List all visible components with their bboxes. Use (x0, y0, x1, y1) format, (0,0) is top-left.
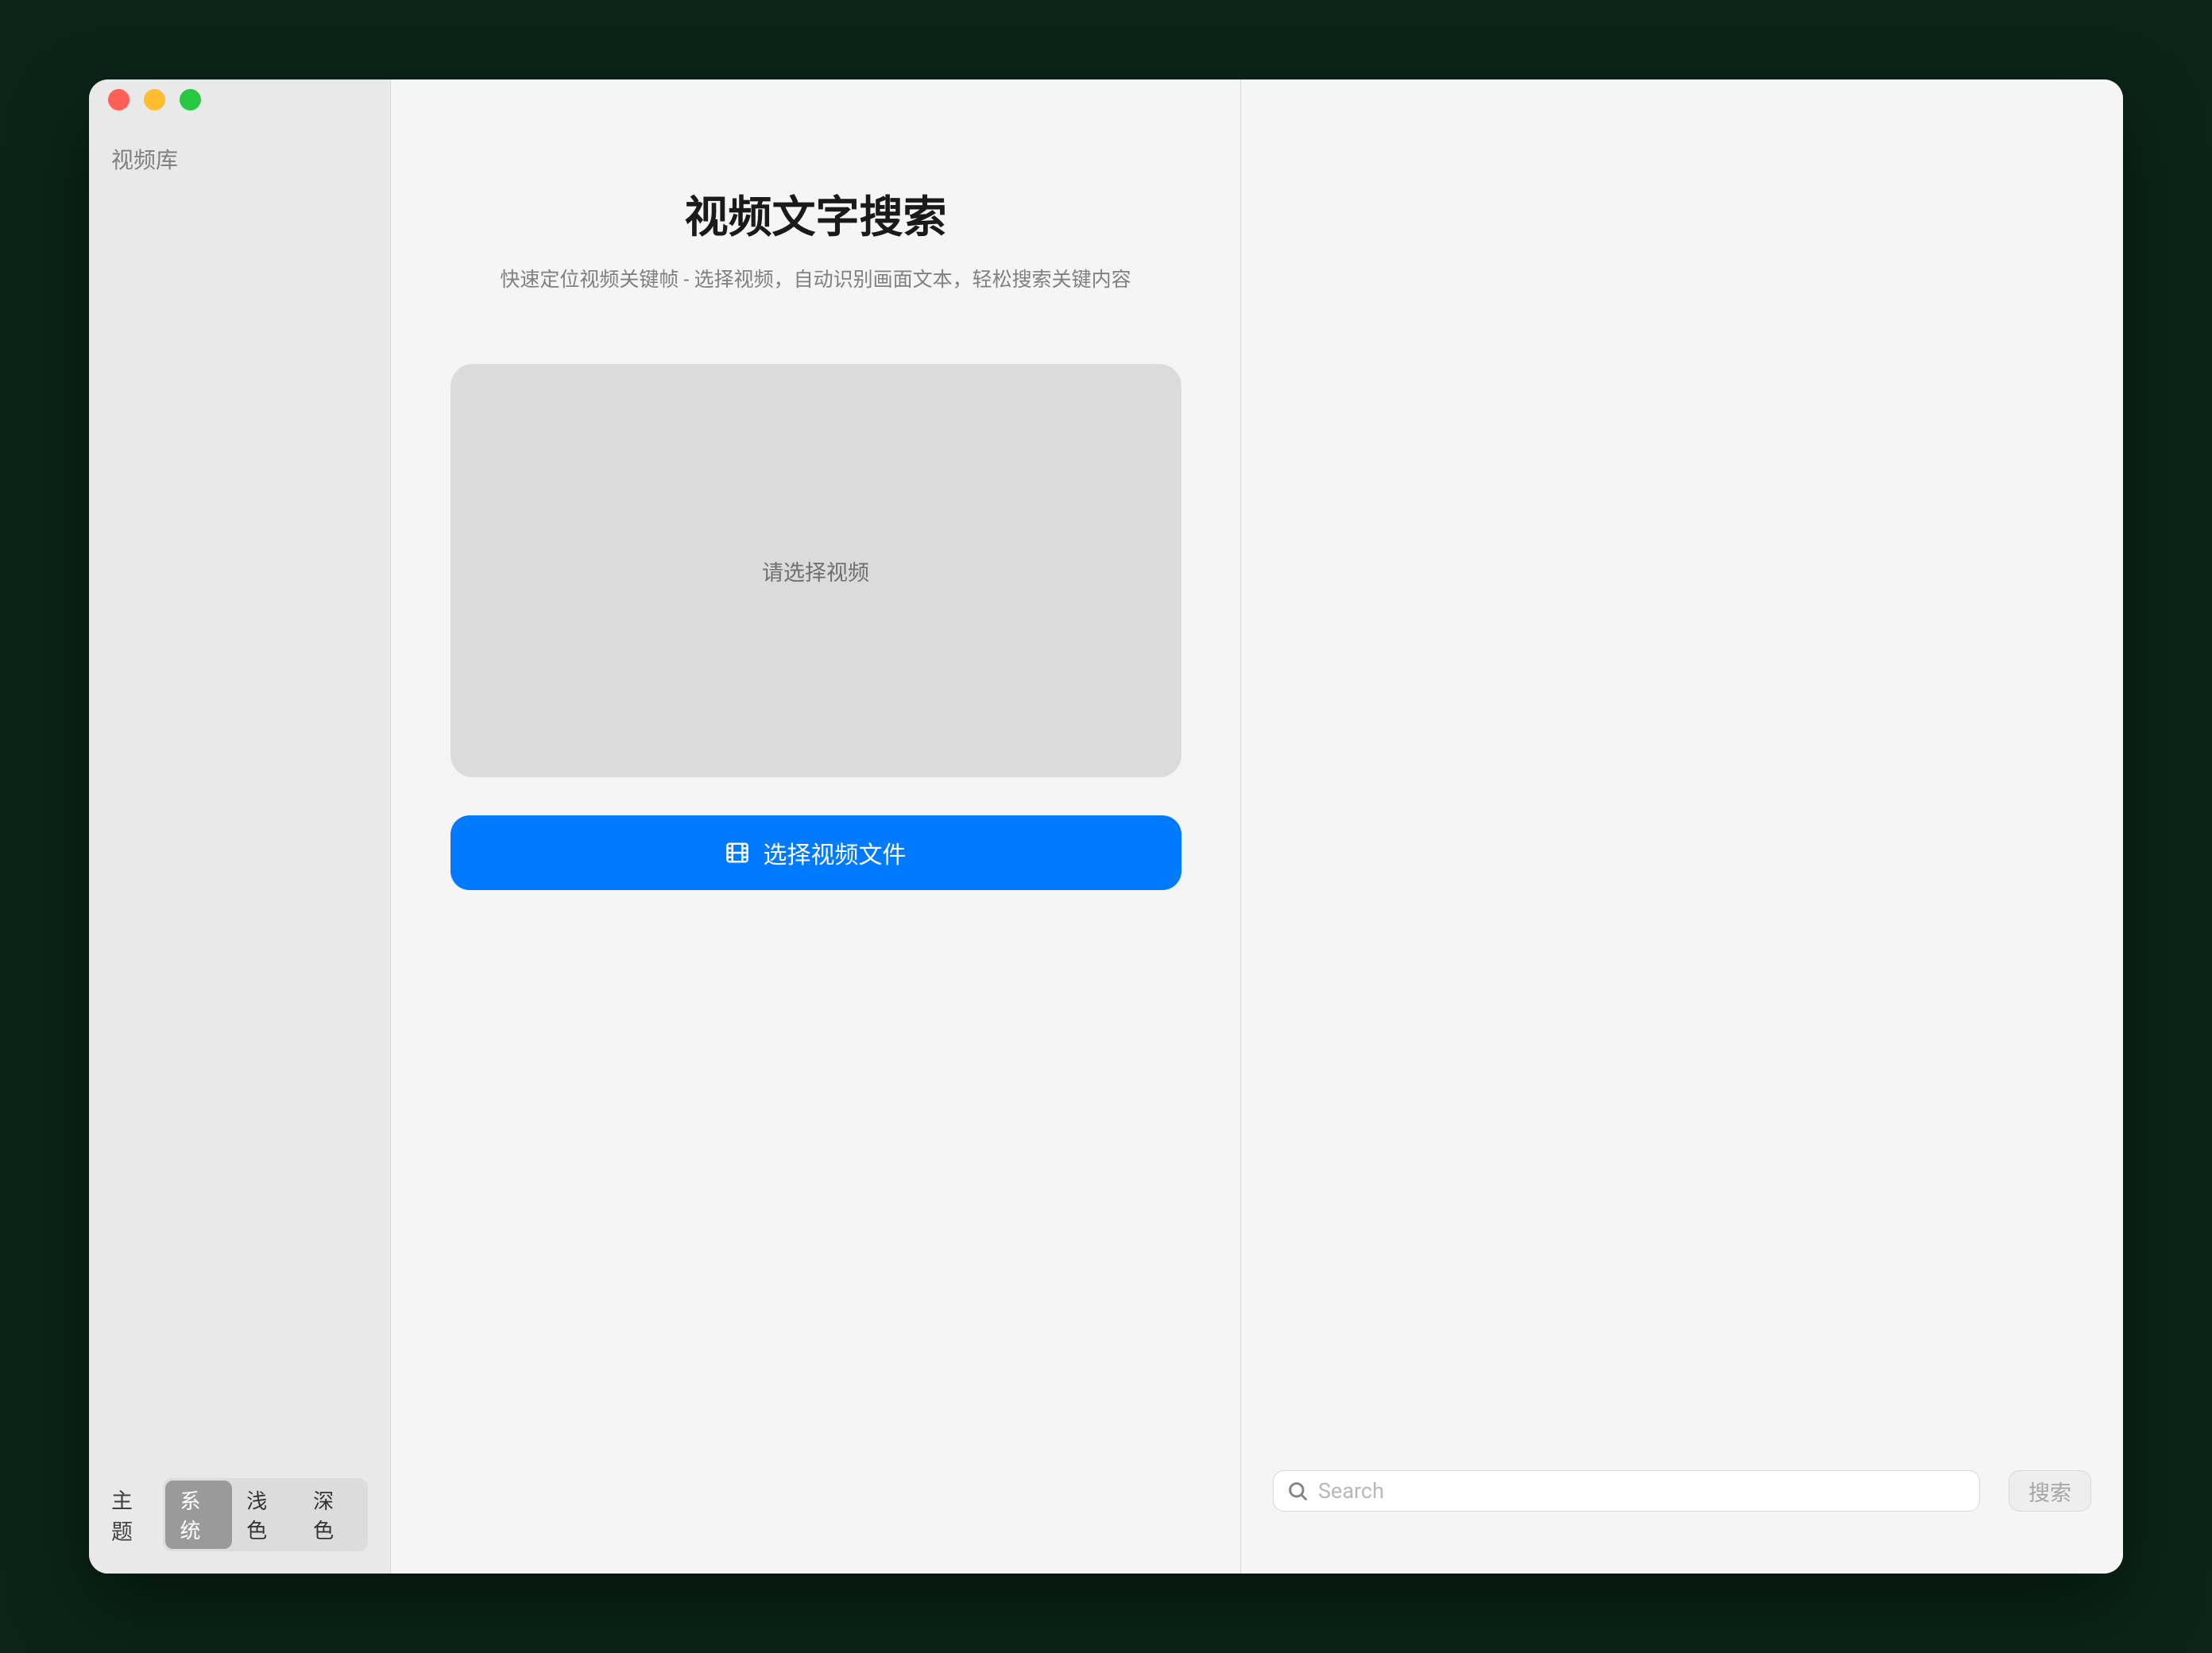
film-icon (725, 841, 749, 865)
window-controls (108, 89, 201, 110)
minimize-button[interactable] (144, 89, 165, 110)
select-button-label: 选择视频文件 (764, 835, 907, 870)
sidebar-title: 视频库 (89, 143, 390, 175)
main-area: 视频库 主题 系统 浅色 深色 视频文字搜索 快速定位视频关键帧 - 选择视频，… (89, 79, 2123, 1574)
search-row: 搜索 (1241, 1470, 2123, 1574)
theme-option-system[interactable]: 系统 (165, 1481, 232, 1549)
theme-segmented-control: 系统 浅色 深色 (163, 1478, 368, 1551)
video-placeholder-text: 请选择视频 (762, 556, 869, 586)
search-icon (1286, 1480, 1309, 1502)
close-button[interactable] (108, 89, 130, 110)
page-title: 视频文字搜索 (684, 181, 946, 245)
search-box[interactable] (1273, 1470, 1980, 1512)
theme-option-dark[interactable]: 深色 (299, 1481, 365, 1549)
app-window: 视频库 主题 系统 浅色 深色 视频文字搜索 快速定位视频关键帧 - 选择视频，… (89, 79, 2123, 1574)
select-video-button[interactable]: 选择视频文件 (451, 815, 1181, 890)
titlebar (89, 79, 2123, 119)
sidebar-spacer (89, 175, 390, 1459)
sidebar-footer: 主题 系统 浅色 深色 (89, 1459, 390, 1574)
search-button[interactable]: 搜索 (2009, 1470, 2091, 1512)
center-pane: 视频文字搜索 快速定位视频关键帧 - 选择视频，自动识别画面文本，轻松搜索关键内… (391, 79, 1241, 1574)
page-subtitle: 快速定位视频关键帧 - 选择视频，自动识别画面文本，轻松搜索关键内容 (500, 264, 1131, 292)
right-pane: 搜索 (1241, 79, 2123, 1574)
maximize-button[interactable] (180, 89, 201, 110)
right-spacer (1241, 79, 2123, 1470)
sidebar: 视频库 主题 系统 浅色 深色 (89, 79, 391, 1574)
search-input[interactable] (1318, 1478, 1966, 1504)
video-placeholder[interactable]: 请选择视频 (451, 364, 1181, 777)
theme-label: 主题 (111, 1484, 152, 1546)
theme-option-light[interactable]: 浅色 (232, 1481, 299, 1549)
